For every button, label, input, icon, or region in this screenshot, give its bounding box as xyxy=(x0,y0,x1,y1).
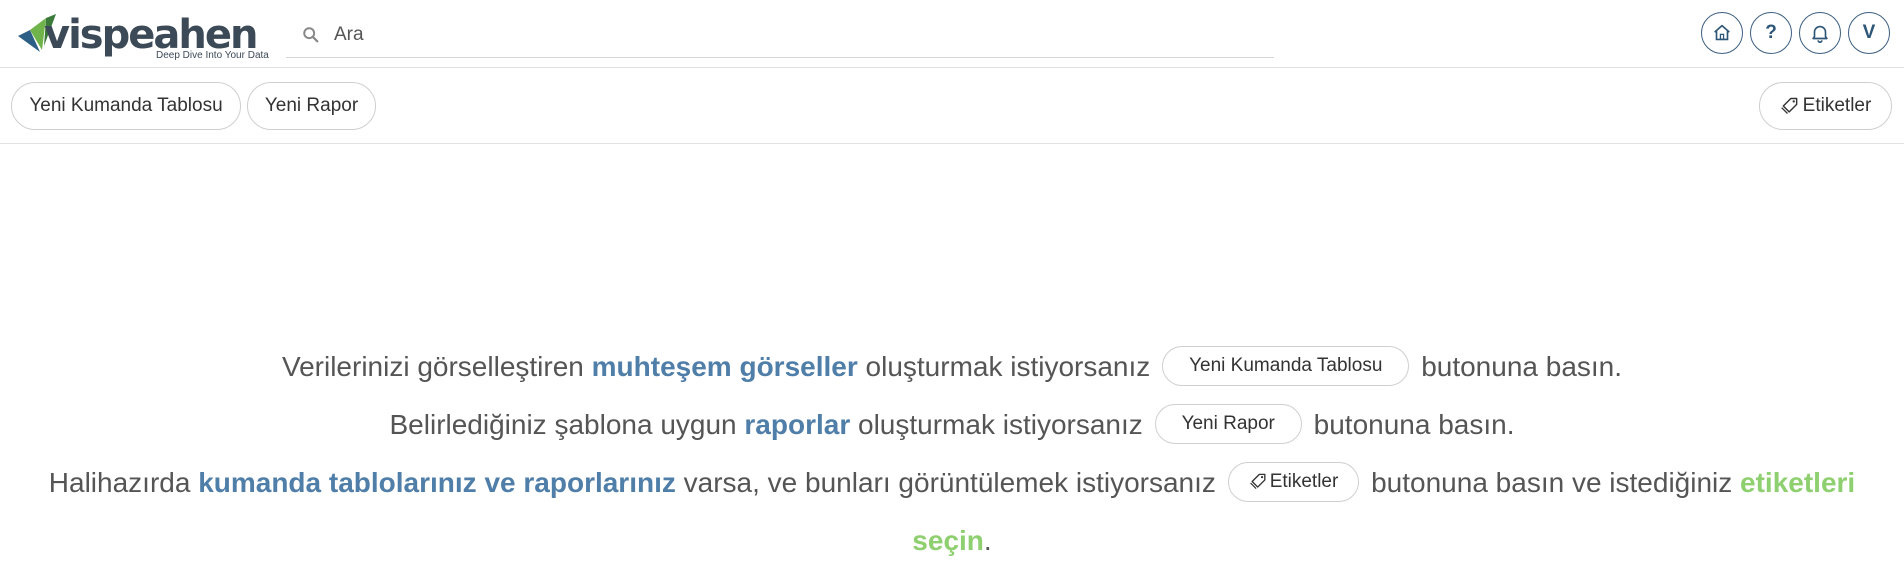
line4-period: . xyxy=(983,525,992,556)
top-header: vispeahen Deep Dive Into Your Data ? xyxy=(0,0,1904,68)
empty-state-message: Verilerinizi görselleştiren muhteşem gör… xyxy=(0,338,1904,570)
line4-highlight-green: seçin xyxy=(912,525,984,556)
line2-text: Belirlediğiniz şablona uygun xyxy=(389,409,745,440)
help-icon: ? xyxy=(1765,22,1777,43)
tags-button[interactable]: Etiketler xyxy=(1759,82,1892,130)
line1-text-end: butonuna basın. xyxy=(1421,351,1623,382)
inline-new-report-label: Yeni Rapor xyxy=(1181,412,1275,434)
bell-icon xyxy=(1812,25,1828,43)
line3-text: Halihazırda xyxy=(48,467,199,498)
line3-text-end: butonuna basın ve istediğiniz xyxy=(1371,467,1741,498)
search-input[interactable] xyxy=(334,20,1234,50)
new-report-label: Yeni Rapor xyxy=(264,95,359,116)
header-actions: ? V xyxy=(1701,12,1890,54)
line3-highlight-green: etiketleri xyxy=(1740,467,1856,498)
help-button[interactable]: ? xyxy=(1750,12,1792,54)
new-dashboard-label: Yeni Kumanda Tablosu xyxy=(29,95,223,116)
user-avatar: V xyxy=(1862,22,1876,43)
action-toolbar: Yeni Kumanda Tablosu Yeni Rapor Etiketle… xyxy=(0,68,1904,144)
line2-highlight: raporlar xyxy=(744,409,851,440)
home-icon xyxy=(1714,24,1730,41)
tag-icon xyxy=(1780,97,1798,114)
message-line-2: Belirlediğiniz şablona uygun raporlar ol… xyxy=(0,396,1904,454)
tag-icon xyxy=(1249,473,1266,490)
line3-highlight: kumanda tablolarınız ve raporlarınız xyxy=(198,467,676,498)
new-report-button[interactable]: Yeni Rapor xyxy=(247,82,376,130)
brand-tagline: Deep Dive Into Your Data xyxy=(156,50,269,60)
line2-text-mid: oluşturmak istiyorsanız xyxy=(850,409,1143,440)
line1-text-mid: oluşturmak istiyorsanız xyxy=(857,351,1151,382)
line2-text-end: butonuna basın. xyxy=(1313,409,1515,440)
line3-text-mid: varsa, ve bunları görüntülemek istiyorsa… xyxy=(675,467,1216,498)
message-line-4: seçin. xyxy=(0,512,1904,570)
line1-highlight: muhteşem görseller xyxy=(591,351,858,382)
new-dashboard-button[interactable]: Yeni Kumanda Tablosu xyxy=(11,82,241,130)
message-line-1: Verilerinizi görselleştiren muhteşem gör… xyxy=(0,338,1904,396)
inline-tags-label: Etiketler xyxy=(1269,470,1339,492)
user-avatar-button[interactable]: V xyxy=(1848,12,1890,54)
inline-new-dashboard-label: Yeni Kumanda Tablosu xyxy=(1189,354,1383,376)
inline-tags-button[interactable]: Etiketler xyxy=(1227,461,1360,502)
notifications-button[interactable] xyxy=(1799,12,1841,54)
inline-new-report-button[interactable]: Yeni Rapor xyxy=(1154,403,1302,444)
tags-label: Etiketler xyxy=(1802,95,1872,116)
inline-new-dashboard-button[interactable]: Yeni Kumanda Tablosu xyxy=(1162,345,1410,386)
line1-text: Verilerinizi görselleştiren xyxy=(281,351,592,382)
message-line-3: Halihazırda kumanda tablolarınız ve rapo… xyxy=(0,454,1904,512)
search-icon xyxy=(303,27,319,43)
brand-logo[interactable]: vispeahen Deep Dive Into Your Data xyxy=(16,10,271,60)
home-button[interactable] xyxy=(1701,12,1743,54)
search-bar xyxy=(286,12,1274,58)
